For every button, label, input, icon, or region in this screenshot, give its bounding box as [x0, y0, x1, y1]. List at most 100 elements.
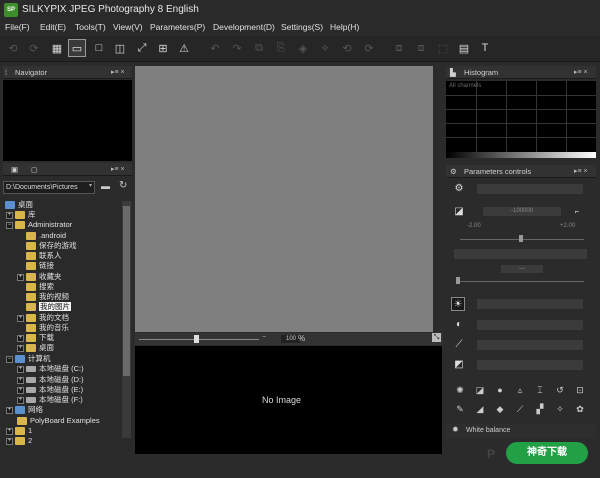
rotate-right-icon[interactable]: ⟳	[25, 39, 43, 57]
tree-item[interactable]: 保存的游戏	[26, 241, 77, 251]
expand-icon[interactable]: +	[17, 334, 24, 342]
export-icon[interactable]: ⧈	[412, 39, 430, 57]
tree-item-selected[interactable]: 我的图片	[26, 302, 71, 312]
tree-item[interactable]: + 下载	[17, 333, 54, 343]
expand-icon[interactable]: +	[17, 386, 24, 394]
light-icon[interactable]: ✺	[454, 384, 466, 396]
chevron-down-icon[interactable]: ▾	[89, 182, 92, 189]
expand-icon[interactable]: +	[6, 211, 13, 219]
tree-item[interactable]: − Administrator	[6, 220, 72, 230]
collapse-icon[interactable]: −	[6, 355, 13, 363]
rotate-left-icon[interactable]: ⟲	[4, 39, 22, 57]
tree-item[interactable]: + 桌面	[17, 343, 54, 353]
white-balance-icon[interactable]: ☀	[451, 297, 465, 311]
preset-select[interactable]	[476, 183, 584, 195]
tone-value-input[interactable]: ---	[500, 264, 544, 274]
zoom-minus-icon[interactable]: −	[262, 334, 266, 341]
navigator-panel-controls[interactable]: ▸≡ ×	[111, 66, 125, 79]
batch-icon[interactable]: ⧈	[390, 39, 408, 57]
tree-item[interactable]: 联系人	[26, 251, 62, 261]
sharpness-select[interactable]	[476, 359, 584, 371]
expand-icon[interactable]: +	[17, 396, 24, 404]
menu-tools[interactable]: Tools(T)	[75, 22, 106, 32]
menu-parameters[interactable]: Parameters(P)	[150, 22, 205, 32]
tree-item[interactable]: 链接	[26, 261, 54, 271]
tone-slider-thumb[interactable]	[456, 277, 460, 284]
menu-development[interactable]: Development(D)	[213, 22, 275, 32]
grid-overlay-icon[interactable]: ⊞	[154, 39, 172, 57]
expand-icon[interactable]: +	[17, 314, 24, 322]
color-ball-icon[interactable]: ●	[494, 384, 506, 396]
contrast-select[interactable]	[476, 319, 584, 331]
color-dropper-icon[interactable]: ⟡	[316, 39, 334, 57]
effects-tool-icon[interactable]: ✿	[574, 403, 586, 415]
rotate-tool-icon[interactable]: ↺	[554, 384, 566, 396]
tree-scrollbar-thumb[interactable]	[123, 206, 130, 376]
sharpness-icon[interactable]: ◩	[452, 358, 466, 372]
folder-panel-controls[interactable]: ▸≡ ×	[111, 163, 125, 176]
refresh-icon[interactable]: ↻	[119, 180, 127, 191]
spot-tool-icon[interactable]: ✧	[554, 403, 566, 415]
thumbnail-grid-icon[interactable]: ▦	[48, 39, 66, 57]
folder-path-input[interactable]: D:\Documents\Pictures	[3, 181, 95, 194]
fish-eye-icon[interactable]: ◆	[494, 403, 506, 415]
tree-item[interactable]: 我的视频	[26, 292, 69, 302]
expand-icon[interactable]: +	[17, 273, 24, 281]
white-balance-select[interactable]	[476, 298, 584, 310]
exposure-slider-thumb[interactable]	[519, 235, 523, 242]
tree-item[interactable]: − 计算机	[6, 354, 51, 364]
undo-icon[interactable]: ↶	[206, 39, 224, 57]
preset-gear-icon[interactable]: ⚙	[452, 182, 466, 196]
folder-tab-icon[interactable]: ▣	[11, 163, 18, 176]
develop-icon[interactable]: ⟳	[360, 39, 378, 57]
tree-item[interactable]: +2	[6, 436, 32, 445]
tree-item[interactable]: + 本地磁盘 (F:)	[17, 395, 83, 405]
tree-item[interactable]: + 我的文档	[17, 313, 69, 323]
tree-item[interactable]: + 本地磁盘 (D:)	[17, 375, 84, 385]
warning-icon[interactable]: ⚠	[175, 39, 193, 57]
tree-item[interactable]: + 收藏夹	[17, 272, 62, 282]
auto-exposure-icon[interactable]: ⌐	[570, 205, 584, 219]
menu-file[interactable]: File(F)	[5, 22, 30, 32]
tree-item[interactable]: 搜索	[26, 282, 54, 292]
zoom-slider-thumb[interactable]	[194, 335, 199, 343]
expand-icon[interactable]: +	[17, 376, 24, 384]
tone-select[interactable]	[453, 248, 588, 260]
contrast-icon[interactable]: ◐	[452, 318, 466, 332]
display-icon[interactable]: ▤	[455, 39, 473, 57]
folder-open-icon[interactable]: ▬	[101, 181, 110, 191]
menu-help[interactable]: Help(H)	[330, 22, 359, 32]
tree-item[interactable]: +1	[6, 426, 32, 436]
fill-tool-icon[interactable]: ◢	[474, 403, 486, 415]
tree-item[interactable]: PolyBoard Examples	[17, 416, 100, 426]
expand-icon[interactable]: +	[6, 406, 13, 414]
tree-item[interactable]: + 本地磁盘 (C:)	[17, 364, 84, 374]
text-tool-icon[interactable]: T	[476, 39, 494, 57]
fit-window-icon[interactable]: ⤡	[432, 333, 441, 342]
eyedropper-icon[interactable]: ⟋	[452, 338, 466, 352]
tree-item[interactable]: + 网络	[6, 405, 43, 415]
params-panel-controls[interactable]: ▸≡ ×	[574, 165, 588, 178]
filmstrip-view-icon[interactable]: ▭	[68, 39, 86, 57]
comment-tab-icon[interactable]: ◻	[31, 163, 37, 176]
tone-curve-icon[interactable]: ◪	[474, 384, 486, 396]
histogram-channel[interactable]: All channels	[449, 83, 481, 89]
tree-item[interactable]: .android	[26, 231, 66, 241]
color-select[interactable]	[476, 339, 584, 351]
level-tool-icon[interactable]: ⌶	[534, 384, 546, 396]
triangle-tool-icon[interactable]: ▵	[514, 384, 526, 396]
menu-view[interactable]: View(V)	[113, 22, 143, 32]
paste-params-icon[interactable]: ⎘	[272, 39, 290, 57]
crop-tool-icon[interactable]: ⊡	[574, 384, 586, 396]
expand-icon[interactable]: +	[17, 344, 24, 352]
image-preview[interactable]	[135, 66, 433, 332]
tree-item[interactable]: + 库	[6, 210, 36, 220]
white-balance-row[interactable]: ✹ White balance	[446, 424, 596, 438]
expand-icon[interactable]: +	[6, 427, 13, 435]
mosaic-tool-icon[interactable]: ▞	[534, 403, 546, 415]
zoom-slider[interactable]	[139, 339, 259, 340]
histogram-panel-controls[interactable]: ▸≡ ×	[574, 66, 588, 79]
tree-item[interactable]: 桌面	[5, 200, 33, 210]
compare-view-icon[interactable]: ◫	[111, 39, 129, 57]
tag-icon[interactable]: ◈	[294, 39, 312, 57]
